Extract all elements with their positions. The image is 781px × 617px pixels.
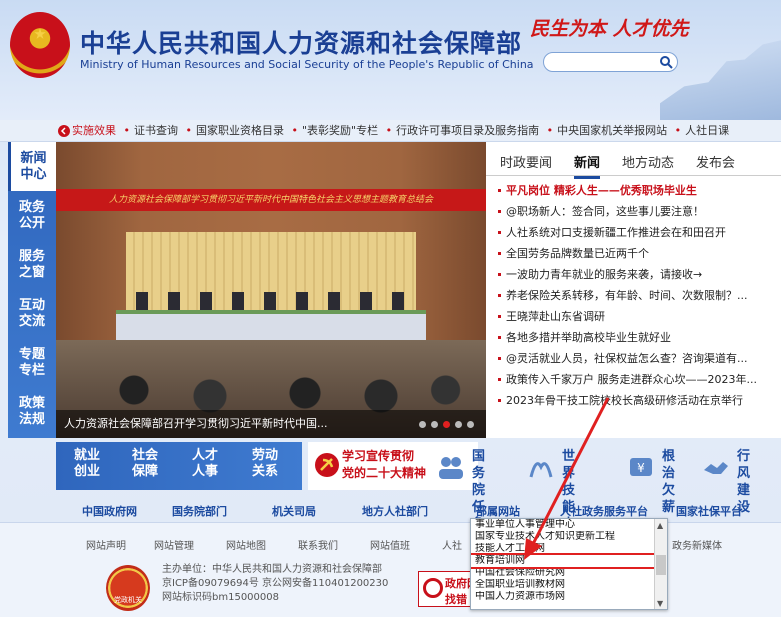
- meeting-banner: 人力资源社会保障部学习贯彻习近平新时代中国特色社会主义思想主题教育总结会: [56, 189, 486, 211]
- nav-news-center[interactable]: 新闻 中心: [8, 142, 56, 191]
- ticker-item[interactable]: 国家职业资格目录: [196, 124, 284, 137]
- link-state-council-depts[interactable]: 国务院部门: [172, 503, 227, 519]
- news-item[interactable]: @职场新人：签合同，这些事儿要注意！: [498, 201, 778, 222]
- dropdown-option-highlighted[interactable]: 教育培训网: [471, 553, 657, 569]
- scroll-up-icon[interactable]: ▲: [657, 521, 663, 530]
- link-bar: 中国政府网 国务院部门 机关司局 地方人社部门 部属网站 人社政务服务平台 国家…: [56, 500, 781, 520]
- footer-link[interactable]: 网站管理: [154, 537, 194, 552]
- footer-link[interactable]: 网站声明: [86, 537, 126, 552]
- party-government-badge[interactable]: 党政机关: [106, 565, 150, 611]
- scroll-down-icon[interactable]: ▼: [657, 599, 663, 608]
- service-employment[interactable]: 就业 创业: [64, 448, 110, 480]
- link-social-insurance-platform[interactable]: 国家社保平台: [676, 503, 742, 519]
- link-local-hr-depts[interactable]: 地方人社部门: [362, 503, 428, 519]
- nav-government-affairs[interactable]: 政务 公开: [8, 191, 56, 240]
- service-labor-relations[interactable]: 劳动 关系: [242, 448, 288, 480]
- svg-text:¥: ¥: [637, 461, 645, 475]
- search-box[interactable]: [543, 52, 678, 72]
- service-bar: 就业 创业 社会 保障 人才 人事 劳动 关系 学习宣传贯彻 党的二十大精神 国…: [56, 442, 781, 549]
- national-emblem-icon: [10, 12, 70, 78]
- link-bureaus[interactable]: 机关司局: [272, 503, 316, 519]
- ticker-item[interactable]: "表彰奖励"专栏: [302, 124, 378, 137]
- news-item[interactable]: 政策传入千家万户 服务走进群众心坎——2023年...: [498, 369, 778, 390]
- left-nav: 新闻 中心 政务 公开 服务 之窗 互动 交流 专题 专栏 政策 法规: [8, 142, 56, 438]
- site-header: 中华人民共和国人力资源和社会保障部 Ministry of Human Reso…: [0, 0, 781, 120]
- news-item[interactable]: 全国劳务品牌数量已近两千个: [498, 243, 778, 264]
- carousel-dot[interactable]: [467, 421, 474, 428]
- service-social-security[interactable]: 社会 保障: [122, 448, 168, 480]
- news-item[interactable]: 各地多措并举助高校毕业生就好业: [498, 327, 778, 348]
- handshake-icon: [704, 462, 728, 474]
- nav-policies[interactable]: 政策 法规: [8, 387, 56, 436]
- ticker-item[interactable]: 人社日课: [685, 124, 729, 137]
- tab-local-news[interactable]: 地方动态: [622, 152, 674, 171]
- link-service-platform[interactable]: 人社政务服务平台: [560, 503, 648, 519]
- service-icons: 国务院 任 免 世界技能 大 赛 ¥ 根治 欠薪 行风 建设: [436, 442, 781, 549]
- site-title: 中华人民共和国人力资源和社会保障部: [80, 29, 523, 58]
- news-item[interactable]: 王晓萍赴山东省调研: [498, 306, 778, 327]
- dropdown-option[interactable]: 中国社会保险研究网: [471, 567, 655, 579]
- link-affiliated-sites[interactable]: 部属网站: [476, 503, 520, 519]
- dropdown-option[interactable]: 中国人力资源市场网: [471, 591, 655, 603]
- news-tabs: 时政要闻 新闻 地方动态 发布会: [486, 142, 781, 179]
- tab-current-affairs[interactable]: 时政要闻: [500, 152, 552, 171]
- footer-link[interactable]: 人社: [442, 537, 462, 552]
- site-title-english: Ministry of Human Resources and Social S…: [80, 58, 534, 71]
- carousel-dot[interactable]: [431, 421, 438, 428]
- dropdown-option[interactable]: 技能人才工作网: [471, 543, 655, 555]
- news-item[interactable]: @灵活就业人员，社保权益怎么查？咨询渠道有...: [498, 348, 778, 369]
- search-icon[interactable]: [659, 55, 673, 69]
- dropdown-option[interactable]: 全国职业培训教材网: [471, 579, 655, 591]
- ticker-item[interactable]: 中央国家机关举报网站: [557, 124, 667, 137]
- carousel-dots: [419, 421, 474, 428]
- news-item[interactable]: 人社系统对口支援新疆工作推进会在和田召开: [498, 222, 778, 243]
- footer-link[interactable]: 联系我们: [298, 537, 338, 552]
- footer-link[interactable]: 网站地图: [226, 537, 266, 552]
- service-blue-block: 就业 创业 社会 保障 人才 人事 劳动 关系: [56, 442, 302, 490]
- nav-service-window[interactable]: 服务 之窗: [8, 240, 56, 289]
- footer-info: 主办单位：中华人民共和国人力资源和社会保障部 京ICP备09079694号 京公…: [162, 564, 389, 603]
- nav-interaction[interactable]: 互动 交流: [8, 289, 56, 338]
- news-item[interactable]: 养老保险关系转移，有年龄、时间、次数限制？...: [498, 285, 778, 306]
- tab-press-conference[interactable]: 发布会: [696, 152, 735, 171]
- ticker-item-effect[interactable]: 实施效果: [72, 124, 116, 137]
- tab-news[interactable]: 新闻: [574, 152, 601, 179]
- headline-photo[interactable]: 人力资源社会保障部学习贯彻习近平新时代中国特色社会主义思想主题教育总结会 人力资…: [56, 142, 486, 438]
- dropdown-scrollbar[interactable]: ▲ ▼: [654, 519, 667, 609]
- carousel-dot-active[interactable]: [443, 421, 450, 428]
- dropdown-option[interactable]: 国家专业技术人才知识更新工程: [471, 531, 655, 543]
- news-list: 平凡岗位 精彩人生——优秀职场毕业生 @职场新人：签合同，这些事儿要注意！ 人社…: [498, 180, 778, 411]
- scroll-thumb[interactable]: [656, 555, 666, 575]
- great-wall-decoration: [660, 40, 781, 120]
- footer-link[interactable]: 网站值班: [370, 537, 410, 552]
- worldskills-icon: [529, 462, 553, 478]
- link-gov-portal[interactable]: 中国政府网: [82, 503, 137, 519]
- quick-links-ticker: 实施效果 • 证书查询 • 国家职业资格目录 • "表彰奖励"专栏 • 行政许可事项目录…: [0, 120, 781, 142]
- coins-icon: ¥: [630, 458, 652, 476]
- carousel-dot[interactable]: [419, 421, 426, 428]
- news-item[interactable]: 2023年骨干技工院校校长高级研修活动在京举行: [498, 390, 778, 411]
- ticker-item[interactable]: 行政许可事项目录及服务指南: [396, 124, 539, 137]
- service-talent[interactable]: 人才 人事: [182, 448, 228, 480]
- news-item[interactable]: 平凡岗位 精彩人生——优秀职场毕业生: [498, 180, 778, 201]
- people-icon: [439, 457, 463, 479]
- footer-link[interactable]: 政务新媒体: [672, 537, 722, 552]
- scroll-left-icon[interactable]: [58, 125, 70, 137]
- party-emblem-icon: [315, 453, 339, 477]
- news-panel: 时政要闻 新闻 地方动态 发布会 平凡岗位 精彩人生——优秀职场毕业生 @职场新…: [486, 142, 781, 438]
- party-banner-text: 学习宣传贯彻 党的二十大精神: [342, 449, 427, 480]
- nav-special-topics[interactable]: 专题 专栏: [8, 338, 56, 387]
- carousel-dot[interactable]: [455, 421, 462, 428]
- ticker-item[interactable]: 证书查询: [134, 124, 178, 137]
- dropdown-option[interactable]: 事业单位人事管理中心: [471, 519, 655, 531]
- affiliated-sites-dropdown[interactable]: 事业单位人事管理中心 国家专业技术人才知识更新工程 技能人才工作网 教育培训网 …: [470, 518, 668, 610]
- slogan: 民生为本 人才优先: [530, 18, 689, 40]
- magnifier-icon: [423, 578, 443, 598]
- news-item[interactable]: 一波助力青年就业的服务来袭，请接收→: [498, 264, 778, 285]
